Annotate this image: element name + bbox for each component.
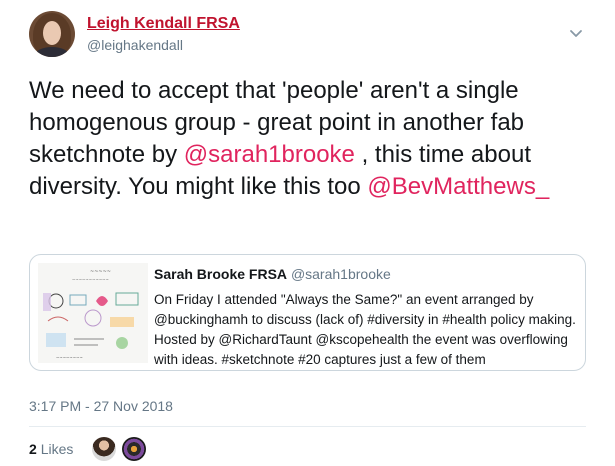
likes-number: 2 xyxy=(29,441,37,457)
likes-label: Likes xyxy=(40,441,74,457)
divider xyxy=(29,426,586,427)
quote-author-name[interactable]: Sarah Brooke FRSA xyxy=(154,266,287,282)
liker-avatar[interactable] xyxy=(122,437,146,461)
mention-link[interactable]: @sarah1brooke xyxy=(184,141,355,168)
sketch-scribble: ~~~~~ xyxy=(90,269,111,275)
quote-text: On Friday I attended "Always the Same?" … xyxy=(154,292,576,367)
sketch-scribble: ~~~~~~~~ xyxy=(56,355,83,360)
chevron-down-icon[interactable] xyxy=(568,27,584,43)
tweet-timestamp[interactable]: 3:17 PM - 27 Nov 2018 xyxy=(29,398,173,414)
sketchnote-thumbnail[interactable]: ~~~~~ ~~~~~~~~~~~ ~~~~~~~~ xyxy=(38,263,148,363)
avatar-face xyxy=(43,21,61,45)
sketch-scribble: ~~~~~~~~~~~ xyxy=(72,277,109,282)
likes-count[interactable]: 2 Likes xyxy=(29,441,73,457)
tweet-text: We need to accept that 'people' aren't a… xyxy=(29,75,589,203)
author-avatar[interactable] xyxy=(29,11,75,57)
mention-link[interactable]: @BevMatthews_ xyxy=(367,173,549,200)
author-display-name[interactable]: Leigh Kendall FRSA xyxy=(87,15,240,33)
liker-avatar[interactable] xyxy=(92,437,116,461)
author-handle[interactable]: @leighakendall xyxy=(87,37,183,53)
quote-author-handle[interactable]: @sarah1brooke xyxy=(291,266,391,282)
quote-author[interactable]: Sarah Brooke FRSA @sarah1brooke xyxy=(154,266,391,282)
avatar-shirt xyxy=(35,47,69,57)
